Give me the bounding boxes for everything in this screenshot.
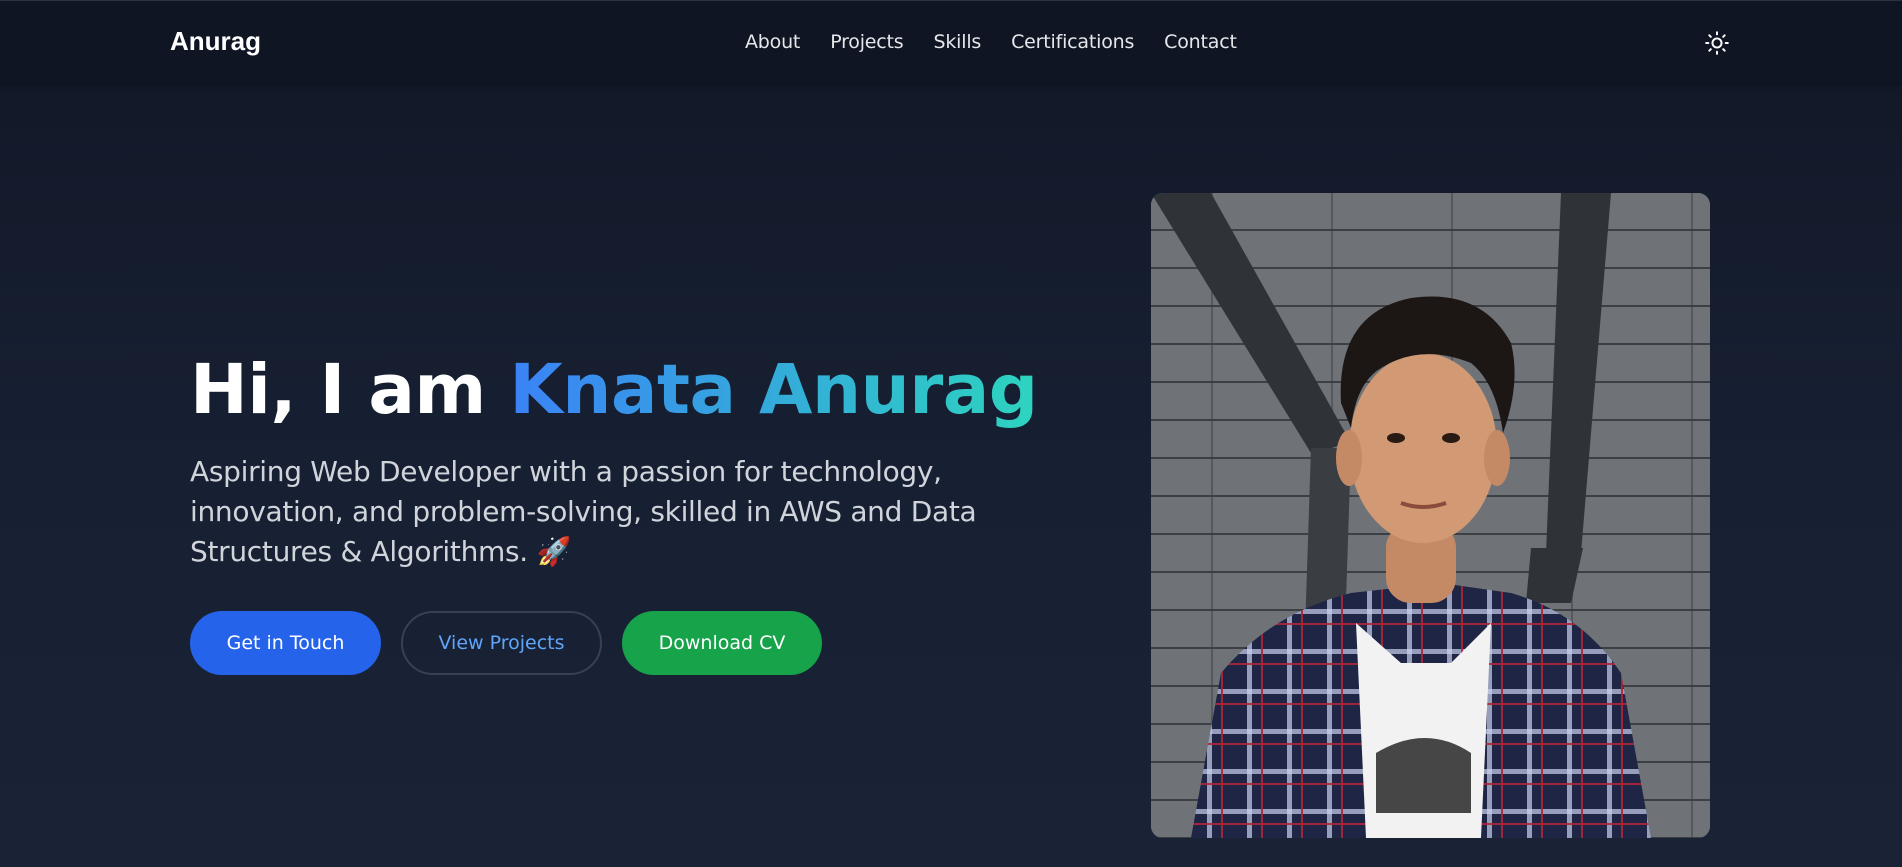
nav-link-skills[interactable]: Skills	[934, 31, 982, 53]
nav-link-about[interactable]: About	[745, 31, 800, 53]
hero-title-prefix: Hi, I am	[190, 350, 486, 430]
theme-toggle-button[interactable]	[1702, 28, 1732, 58]
rocket-icon: 🚀	[536, 535, 572, 568]
nav-link-projects[interactable]: Projects	[830, 31, 904, 53]
nav-link-contact[interactable]: Contact	[1164, 31, 1237, 53]
brand-logo[interactable]: Anurag	[170, 26, 261, 57]
profile-photo	[1151, 193, 1710, 838]
nav-link-certifications[interactable]: Certifications	[1011, 31, 1134, 53]
profile-photo-image	[1151, 193, 1710, 838]
view-projects-button[interactable]: View Projects	[401, 611, 602, 675]
hero-title-name: Knata Anurag	[509, 350, 1038, 430]
get-in-touch-button[interactable]: Get in Touch	[190, 611, 381, 675]
download-cv-button[interactable]: Download CV	[622, 611, 822, 675]
hero-description: Aspiring Web Developer with a passion fo…	[190, 452, 1090, 572]
hero-title: Hi, I am Knata Anurag	[190, 350, 1038, 430]
sun-icon	[1705, 31, 1729, 55]
nav-links: About Projects Skills Certifications Con…	[745, 31, 1237, 53]
navbar: Anurag About Projects Skills Certificati…	[0, 0, 1902, 83]
hero-description-text: Aspiring Web Developer with a passion fo…	[190, 455, 977, 568]
